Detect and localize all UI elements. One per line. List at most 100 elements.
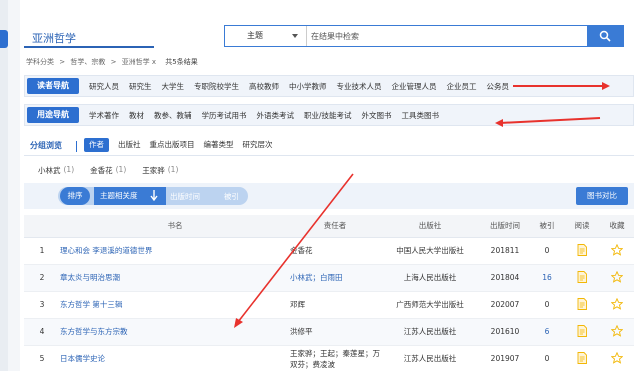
table-row[interactable]: 2 章太炎与明治思潮 小林武；白雨田 上海人民出版社 201804 16 <box>24 264 634 292</box>
table-row[interactable]: 3 东方哲学 第十三辑 邓辉 广西师范大学出版社 202007 0 <box>24 291 634 319</box>
purpose-nav-item[interactable]: 学术著作 <box>89 110 119 121</box>
reader-nav-item[interactable]: 高校教师 <box>249 81 279 92</box>
author-filter-name[interactable]: 王家骅 <box>142 165 165 176</box>
reader-nav-item[interactable]: 大学生 <box>162 81 185 92</box>
cite-cell: 0 <box>530 345 564 371</box>
col-header-read: 阅读 <box>564 215 600 238</box>
purpose-nav: 用途导航 学术著作 教材 教参、教辅 学历考试用书 外语类考试 职业/技能考试 … <box>24 104 634 126</box>
reader-nav-item[interactable]: 公务员 <box>487 81 510 92</box>
star-icon[interactable] <box>610 351 624 364</box>
arrow-down-icon <box>150 190 158 201</box>
purpose-nav-item[interactable]: 外语类考试 <box>257 110 295 121</box>
author-filter-name[interactable]: 金香花 <box>90 165 113 176</box>
reader-nav-item[interactable]: 研究生 <box>129 81 152 92</box>
document-icon[interactable] <box>577 243 587 256</box>
search-field-select[interactable]: 主题 <box>225 26 307 46</box>
document-icon[interactable] <box>577 324 587 337</box>
reader-nav-item[interactable]: 专业技术人员 <box>337 81 382 92</box>
col-header-date: 出版时间 <box>480 215 530 238</box>
col-header-author: 责任者 <box>290 215 380 238</box>
sort-cite-button[interactable]: 被引 <box>224 191 239 202</box>
row-number: 1 <box>24 237 60 265</box>
tab-author[interactable]: 作者 <box>84 138 109 152</box>
tab-key-project[interactable]: 重点出版项目 <box>150 138 195 152</box>
reader-nav-label: 读者导航 <box>27 78 79 94</box>
star-icon[interactable] <box>610 243 624 256</box>
date-cell: 201907 <box>480 345 530 371</box>
left-sidebar-strip <box>0 0 8 371</box>
reader-nav-item[interactable]: 研究人员 <box>89 81 119 92</box>
search-input[interactable] <box>309 26 579 46</box>
tab-compile-type[interactable]: 编著类型 <box>204 138 234 152</box>
purpose-nav-item[interactable]: 教材 <box>129 110 144 121</box>
group-divider <box>76 141 77 152</box>
publisher-cell: 中国人民大学出版社 <box>380 237 480 265</box>
breadcrumb-item-asian-philosophy[interactable]: 亚洲哲学 x <box>122 58 156 66</box>
favorite-cell <box>600 345 634 371</box>
favorite-cell <box>600 291 634 319</box>
reader-nav-item[interactable]: 专职院校学生 <box>194 81 239 92</box>
read-cell <box>564 318 600 346</box>
row-number: 3 <box>24 291 60 319</box>
breadcrumb-item-subject[interactable]: 学科分类 <box>26 58 54 66</box>
col-header-title: 书名 <box>60 215 290 238</box>
cite-cell: 6 <box>530 318 564 346</box>
chevron-down-icon <box>292 34 298 38</box>
read-cell <box>564 291 600 319</box>
col-header-no <box>24 215 60 238</box>
breadcrumb-separator: > <box>110 58 117 66</box>
publisher-cell: 江苏人民出版社 <box>380 345 480 371</box>
author-filter-name[interactable]: 小林武 <box>38 165 61 176</box>
star-icon[interactable] <box>610 270 624 283</box>
top-bar: 亚洲哲学 主题 <box>20 24 640 50</box>
reader-nav-item[interactable]: 中小学教师 <box>289 81 327 92</box>
purpose-nav-label: 用途导航 <box>27 107 79 123</box>
search-icon <box>599 30 611 42</box>
sidebar-active-marker <box>0 30 8 48</box>
search-field-label: 主题 <box>247 31 263 40</box>
tab-research-level[interactable]: 研究层次 <box>243 138 273 152</box>
date-cell: 202007 <box>480 291 530 319</box>
tab-publisher[interactable]: 出版社 <box>118 138 141 152</box>
page-title: 亚洲哲学 <box>32 32 76 45</box>
search-button[interactable] <box>587 26 623 46</box>
purpose-nav-item[interactable]: 外文图书 <box>362 110 392 121</box>
reader-nav: 读者导航 研究人员 研究生 大学生 专职院校学生 高校教师 中小学教师 专业技术… <box>24 75 634 97</box>
results-table: 书名 责任者 出版社 出版时间 被引 阅读 收藏 1 理心和会 李退溪的道德世界金… <box>24 215 634 371</box>
star-icon[interactable] <box>610 297 624 310</box>
publisher-cell: 上海人民出版社 <box>380 264 480 292</box>
book-title-link[interactable]: 东方哲学与东方宗教 <box>60 318 290 346</box>
breadcrumb-separator: > <box>59 58 66 66</box>
read-cell <box>564 264 600 292</box>
reader-nav-item[interactable]: 企业管理人员 <box>392 81 437 92</box>
purpose-nav-item[interactable]: 学历考试用书 <box>202 110 247 121</box>
document-icon[interactable] <box>577 270 587 283</box>
author-filter-list: 小林武 (1) 金香花 (1) 王家骅 (1) <box>38 165 194 176</box>
book-title-link[interactable]: 理心和会 李退溪的道德世界 <box>60 237 290 265</box>
table-row[interactable]: 5 日本儒学史论 王家骅；王起；秦莲星；万双芬；费凌波 江苏人民出版社 201907 0 <box>24 345 634 371</box>
book-title-link[interactable]: 日本儒学史论 <box>60 345 290 371</box>
purpose-nav-items: 学术著作 教材 教参、教辅 学历考试用书 外语类考试 职业/技能考试 外文图书 … <box>89 110 449 121</box>
results-body: 1 理心和会 李退溪的道德世界 金香花 中国人民大学出版社 201811 0 2 章太炎与明治… <box>24 237 634 371</box>
document-icon[interactable] <box>577 297 587 310</box>
purpose-nav-item[interactable]: 教参、教辅 <box>154 110 192 121</box>
table-row[interactable]: 1 理心和会 李退溪的道德世界 金香花 中国人民大学出版社 201811 0 <box>24 237 634 265</box>
document-icon[interactable] <box>577 351 587 364</box>
table-row[interactable]: 4 东方哲学与东方宗教 洪修平 江苏人民出版社 201610 6 <box>24 318 634 346</box>
row-number: 4 <box>24 318 60 346</box>
star-icon[interactable] <box>610 324 624 337</box>
cite-cell: 0 <box>530 237 564 265</box>
table-header-row: 书名 责任者 出版社 出版时间 被引 阅读 收藏 <box>24 215 634 238</box>
purpose-nav-item[interactable]: 职业/技能考试 <box>304 110 352 121</box>
col-header-publisher: 出版社 <box>380 215 480 238</box>
breadcrumb-item-philosophy[interactable]: 哲学、宗教 <box>70 58 105 66</box>
book-title-link[interactable]: 章太炎与明治思潮 <box>60 264 290 292</box>
reader-nav-item[interactable]: 企业员工 <box>447 81 477 92</box>
sort-time-button[interactable]: 出版时间 <box>170 191 200 202</box>
author-cell: 邓辉 <box>290 291 380 319</box>
author-cell: 洪修平 <box>290 318 380 346</box>
book-compare-button[interactable]: 图书对比 <box>576 187 628 205</box>
book-title-link[interactable]: 东方哲学 第十三辑 <box>60 291 290 319</box>
purpose-nav-item[interactable]: 工具类图书 <box>402 110 440 121</box>
row-number: 5 <box>24 345 60 371</box>
